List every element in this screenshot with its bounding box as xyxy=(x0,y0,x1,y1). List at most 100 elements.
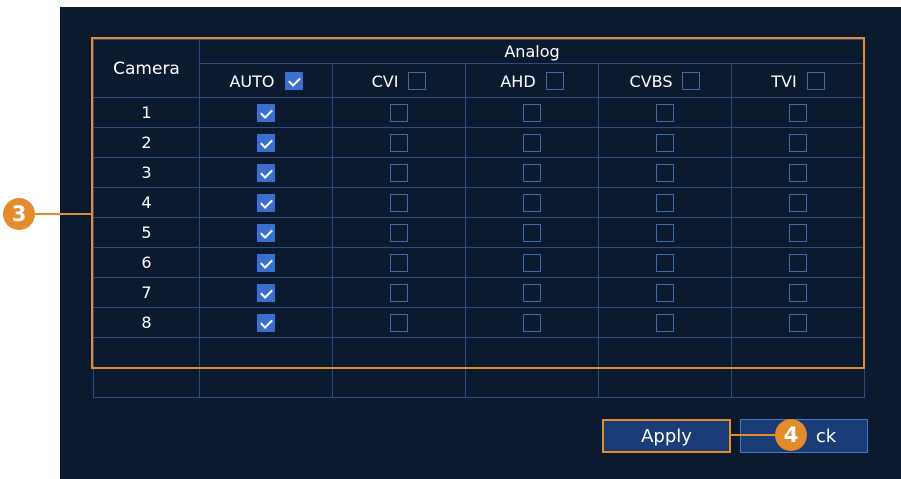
table-row: 8 xyxy=(93,307,865,338)
empty-cell xyxy=(332,337,466,368)
auto-checkbox[interactable] xyxy=(257,134,275,153)
cvbs-checkbox[interactable] xyxy=(656,284,674,303)
empty-cell xyxy=(731,367,865,398)
camera-number: 7 xyxy=(93,277,200,308)
tvi-checkbox[interactable] xyxy=(789,314,807,333)
camera-number: 4 xyxy=(93,187,200,218)
auto-checkbox[interactable] xyxy=(257,284,275,303)
empty-cell xyxy=(465,337,599,368)
callout-3: 3 xyxy=(3,198,35,230)
cell-cvbs xyxy=(598,187,732,218)
cell-cvi xyxy=(332,247,466,278)
cvi-checkbox[interactable] xyxy=(390,164,408,183)
auto-checkbox[interactable] xyxy=(257,254,275,273)
tvi-checkbox[interactable] xyxy=(789,104,807,123)
ahd-checkbox[interactable] xyxy=(523,104,541,123)
cvi-select-all-checkbox[interactable] xyxy=(408,72,427,90)
cvbs-checkbox[interactable] xyxy=(656,254,674,273)
cvi-checkbox[interactable] xyxy=(390,134,408,153)
table-row: 2 xyxy=(93,127,865,158)
empty-row xyxy=(93,337,865,368)
cvi-checkbox[interactable] xyxy=(390,104,408,123)
cvbs-checkbox[interactable] xyxy=(656,224,674,243)
empty-cell xyxy=(93,337,200,368)
cvbs-checkbox[interactable] xyxy=(656,194,674,213)
auto-checkbox[interactable] xyxy=(257,104,275,123)
cell-ahd xyxy=(465,307,599,338)
cvbs-select-all-checkbox[interactable] xyxy=(682,72,701,90)
table-row: 4 xyxy=(93,187,865,218)
apply-button[interactable]: Apply xyxy=(602,419,731,453)
cell-auto xyxy=(199,217,333,248)
cell-cvi xyxy=(332,97,466,128)
ahd-checkbox[interactable] xyxy=(523,164,541,183)
column-label-cvi: CVI xyxy=(371,71,399,91)
cell-auto xyxy=(199,97,333,128)
column-header-auto: AUTO xyxy=(199,63,333,98)
camera-number: 5 xyxy=(93,217,200,248)
cell-cvi xyxy=(332,217,466,248)
empty-cell xyxy=(93,367,200,398)
table-row: 1 xyxy=(93,97,865,128)
table-row: 5 xyxy=(93,217,865,248)
camera-number: 1 xyxy=(93,97,200,128)
ahd-select-all-checkbox[interactable] xyxy=(545,72,564,90)
cvi-checkbox[interactable] xyxy=(390,254,408,273)
tvi-checkbox[interactable] xyxy=(789,254,807,273)
tvi-checkbox[interactable] xyxy=(789,224,807,243)
column-header-cvi: CVI xyxy=(332,63,466,98)
cvi-checkbox[interactable] xyxy=(390,224,408,243)
empty-cell xyxy=(731,337,865,368)
empty-row xyxy=(93,367,865,398)
ahd-checkbox[interactable] xyxy=(523,254,541,273)
analog-group-header: Analog xyxy=(199,39,865,64)
cell-cvbs xyxy=(598,127,732,158)
tvi-checkbox[interactable] xyxy=(789,164,807,183)
cell-auto xyxy=(199,307,333,338)
cell-cvbs xyxy=(598,217,732,248)
cvbs-checkbox[interactable] xyxy=(656,134,674,153)
cell-ahd xyxy=(465,187,599,218)
auto-select-all-checkbox[interactable] xyxy=(284,72,303,90)
ahd-checkbox[interactable] xyxy=(523,194,541,213)
camera-number: 6 xyxy=(93,247,200,278)
cell-ahd xyxy=(465,127,599,158)
cell-tvi xyxy=(731,247,865,278)
ahd-checkbox[interactable] xyxy=(523,134,541,153)
cell-cvi xyxy=(332,307,466,338)
tvi-checkbox[interactable] xyxy=(789,134,807,153)
ahd-checkbox[interactable] xyxy=(523,284,541,303)
cvbs-checkbox[interactable] xyxy=(656,314,674,333)
cvi-checkbox[interactable] xyxy=(390,314,408,333)
back-button-label: ck xyxy=(815,425,837,447)
camera-number: 8 xyxy=(93,307,200,338)
table-row: 7 xyxy=(93,277,865,308)
cvbs-checkbox[interactable] xyxy=(656,104,674,123)
ahd-checkbox[interactable] xyxy=(523,224,541,243)
camera-type-table: Camera Analog AUTO CVI AHD CVBS TVI 12345678 xyxy=(93,39,865,398)
auto-checkbox[interactable] xyxy=(257,314,275,333)
column-label-tvi: TVI xyxy=(771,71,797,91)
tvi-checkbox[interactable] xyxy=(789,284,807,303)
tvi-select-all-checkbox[interactable] xyxy=(806,72,825,90)
column-label-auto: AUTO xyxy=(229,71,275,91)
empty-cell xyxy=(199,337,333,368)
cell-auto xyxy=(199,127,333,158)
camera-column-header: Camera xyxy=(93,39,200,98)
cell-auto xyxy=(199,247,333,278)
auto-checkbox[interactable] xyxy=(257,224,275,243)
table-row: 6 xyxy=(93,247,865,278)
cell-cvi xyxy=(332,127,466,158)
cvi-checkbox[interactable] xyxy=(390,284,408,303)
cvbs-checkbox[interactable] xyxy=(656,164,674,183)
column-label-ahd: AHD xyxy=(500,71,536,91)
ahd-checkbox[interactable] xyxy=(523,314,541,333)
empty-cell xyxy=(598,367,732,398)
cvi-checkbox[interactable] xyxy=(390,194,408,213)
auto-checkbox[interactable] xyxy=(257,164,275,183)
cell-cvi xyxy=(332,277,466,308)
auto-checkbox[interactable] xyxy=(257,194,275,213)
tvi-checkbox[interactable] xyxy=(789,194,807,213)
empty-cell xyxy=(332,367,466,398)
cell-ahd xyxy=(465,217,599,248)
